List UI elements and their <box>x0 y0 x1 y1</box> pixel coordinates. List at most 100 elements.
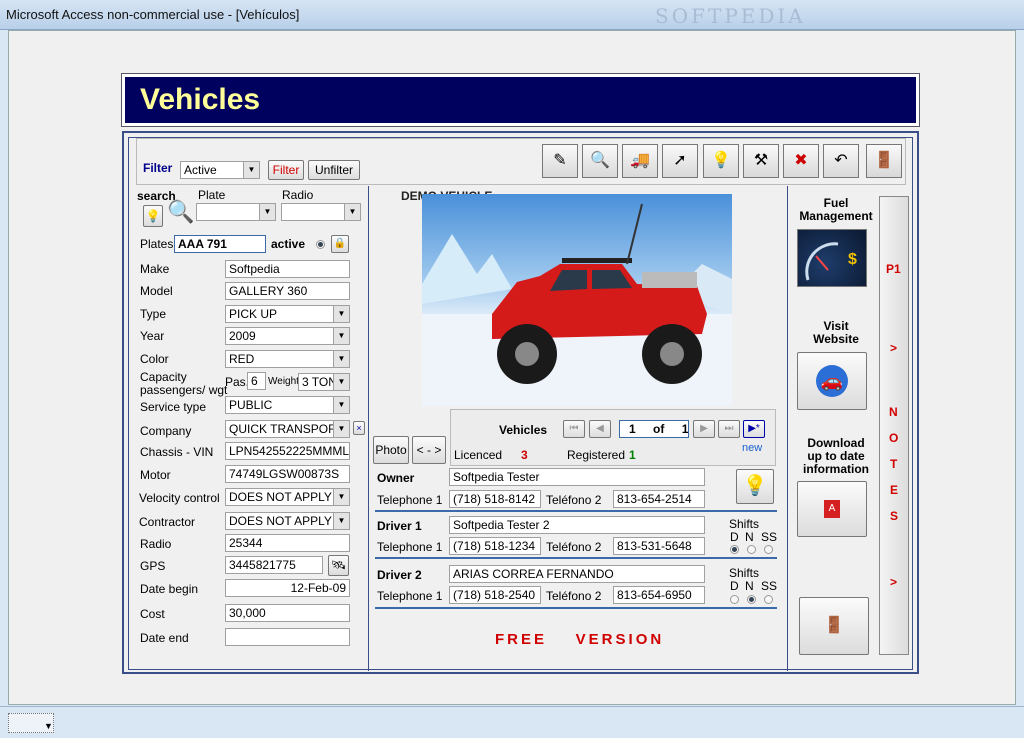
model-field[interactable]: GALLERY 360 <box>225 282 350 300</box>
chevron-down-icon[interactable]: ▼ <box>243 162 259 178</box>
new-record-icon[interactable]: ▶* <box>743 420 765 438</box>
make-field[interactable]: Softpedia <box>225 260 350 278</box>
prev-record-icon[interactable]: ◀ <box>589 420 611 438</box>
year-select[interactable]: 2009 ▼ <box>225 327 350 345</box>
model-label: Model <box>140 284 173 298</box>
motor-label: Motor <box>140 468 171 482</box>
next-page-arrow[interactable]: > <box>890 341 897 355</box>
driver2-tel2-label: Teléfono 2 <box>546 589 602 603</box>
truck-icon[interactable]: 🚚 <box>622 144 658 178</box>
driver2-shift-d-radio[interactable] <box>730 595 739 604</box>
record-counter[interactable]: 1 of 1 <box>619 420 689 438</box>
plate-search-select[interactable]: ▼ <box>196 203 276 221</box>
visit-website-button[interactable]: 🚗 <box>797 352 867 410</box>
tools-icon[interactable]: ⚒ <box>743 144 779 178</box>
satellite-icon[interactable]: 🛰 <box>328 555 349 576</box>
driver1-tel1-field[interactable]: (718) 518-1234 <box>449 537 541 555</box>
chevron-down-icon[interactable]: ▼ <box>333 374 349 390</box>
driver2-shift-ss-radio[interactable] <box>764 595 773 604</box>
chevron-down-icon[interactable]: ▼ <box>333 328 349 344</box>
driver2-name-field[interactable]: ARIAS CORREA FERNANDO <box>449 565 705 583</box>
chassis-field[interactable]: LPN542552225MMML <box>225 442 350 460</box>
chevron-down-icon[interactable]: ▼ <box>333 351 349 367</box>
cost-field[interactable]: 30,000 <box>225 604 350 622</box>
radio-field[interactable]: 25344 <box>225 534 350 552</box>
motor-field[interactable]: 74749LGSW00873S <box>225 465 350 483</box>
radio-search-select[interactable]: ▼ <box>281 203 361 221</box>
chevron-down-icon[interactable]: ▼ <box>333 306 349 322</box>
delete-icon[interactable]: ✖ <box>783 144 819 178</box>
driver1-shift-ss-radio[interactable] <box>764 545 773 554</box>
service-type-label: Service type <box>140 400 207 414</box>
swap-photo-button[interactable]: < - > <box>412 436 446 464</box>
first-record-icon[interactable]: ⏮ <box>563 420 585 438</box>
undo-icon[interactable]: ↶ <box>823 144 859 178</box>
shift-d-label: D <box>730 579 739 593</box>
owner-name-field[interactable]: Softpedia Tester <box>449 468 705 486</box>
weight-select[interactable]: 3 TON ▼ <box>298 373 350 391</box>
notes-arrow[interactable]: > <box>890 575 897 589</box>
lock-icon[interactable]: 🔒 <box>331 235 349 253</box>
gps-field[interactable]: 3445821775 <box>225 556 323 574</box>
chevron-down-icon[interactable]: ▼ <box>333 397 349 413</box>
download-pdf-button[interactable]: A <box>797 481 867 537</box>
exit-door-icon[interactable]: 🚪 <box>866 144 902 178</box>
print-preview-icon[interactable]: 🔍 <box>582 144 618 178</box>
driver2-tel1-label: Telephone 1 <box>377 589 443 603</box>
form-header: Vehicles <box>121 73 920 127</box>
chevron-down-icon[interactable]: ▼ <box>344 204 360 220</box>
lightbulb-icon[interactable]: 💡 <box>143 205 163 227</box>
driver1-shift-d-radio[interactable] <box>730 545 739 554</box>
driver2-shift-n-radio[interactable] <box>747 595 756 604</box>
photo-button[interactable]: Photo <box>373 436 409 464</box>
owner-tel1-field[interactable]: (718) 518-8142 <box>449 490 541 508</box>
filter-select[interactable]: Active ▼ <box>180 161 260 179</box>
export-arrow-icon[interactable]: ➚ <box>662 144 698 178</box>
driver2-tel2-field[interactable]: 813-654-6950 <box>613 586 705 604</box>
chevron-down-icon[interactable]: ▼ <box>259 204 275 220</box>
driver1-shift-n-radio[interactable] <box>747 545 756 554</box>
owner-tel1-label: Telephone 1 <box>377 493 443 507</box>
owner-tel2-field[interactable]: 813-654-2514 <box>613 490 705 508</box>
passengers-field[interactable]: 6 <box>247 372 266 390</box>
driver1-name-field[interactable]: Softpedia Tester 2 <box>449 516 705 534</box>
unfilter-button[interactable]: Unfilter <box>308 160 360 180</box>
date-end-field[interactable] <box>225 628 350 646</box>
contractor-label: Contractor <box>139 515 196 529</box>
driver2-tel1-field[interactable]: (718) 518-2540 <box>449 586 541 604</box>
velocity-select[interactable]: DOES NOT APPLY ▼ <box>225 488 350 506</box>
add-company-icon[interactable]: × <box>353 421 365 435</box>
page-title: Vehicles <box>140 83 261 116</box>
driver1-tel2-label: Teléfono 2 <box>546 540 602 554</box>
date-begin-label: Date begin <box>140 582 199 596</box>
driver1-tel2-field[interactable]: 813-531-5648 <box>613 537 705 555</box>
filter-button[interactable]: Filter <box>268 160 304 180</box>
active-radio[interactable] <box>316 240 325 249</box>
chevron-down-icon[interactable]: ▼ <box>333 489 349 505</box>
contractor-select[interactable]: DOES NOT APPLY ▼ <box>225 512 350 530</box>
chevron-down-icon[interactable]: ▼ <box>44 721 53 731</box>
last-record-icon[interactable]: ⏭ <box>718 420 740 438</box>
owner-label: Owner <box>377 471 415 485</box>
fuel-gauge-icon[interactable]: $ <box>797 229 867 287</box>
vehicle-photo <box>422 194 732 406</box>
lightbulb-icon[interactable]: 💡 <box>703 144 739 178</box>
edit-record-icon[interactable]: ✎ <box>542 144 578 178</box>
plates-field[interactable]: AAA 791 <box>174 235 266 253</box>
chevron-down-icon[interactable]: ▼ <box>333 421 349 437</box>
color-select[interactable]: RED ▼ <box>225 350 350 368</box>
new-record-label: new <box>742 442 763 454</box>
service-type-select[interactable]: PUBLIC ▼ <box>225 396 350 414</box>
exit-door-icon[interactable]: 🚪 <box>799 597 869 655</box>
type-select[interactable]: PICK UP ▼ <box>225 305 350 323</box>
magnifier-icon[interactable]: 🔍 <box>167 199 194 225</box>
type-label: Type <box>140 307 167 321</box>
date-begin-field[interactable]: 12-Feb-09 <box>225 579 350 597</box>
window-title: Microsoft Access non-commercial use - [V… <box>6 7 300 22</box>
lightbulb-icon[interactable]: 💡 <box>736 469 774 504</box>
next-record-icon[interactable]: ▶ <box>693 420 715 438</box>
chevron-down-icon[interactable]: ▼ <box>333 513 349 529</box>
nav-label: Vehicles <box>499 423 548 437</box>
page-indicator: P1 <box>886 262 901 276</box>
company-select[interactable]: QUICK TRANSPORT ▼ <box>225 420 350 438</box>
